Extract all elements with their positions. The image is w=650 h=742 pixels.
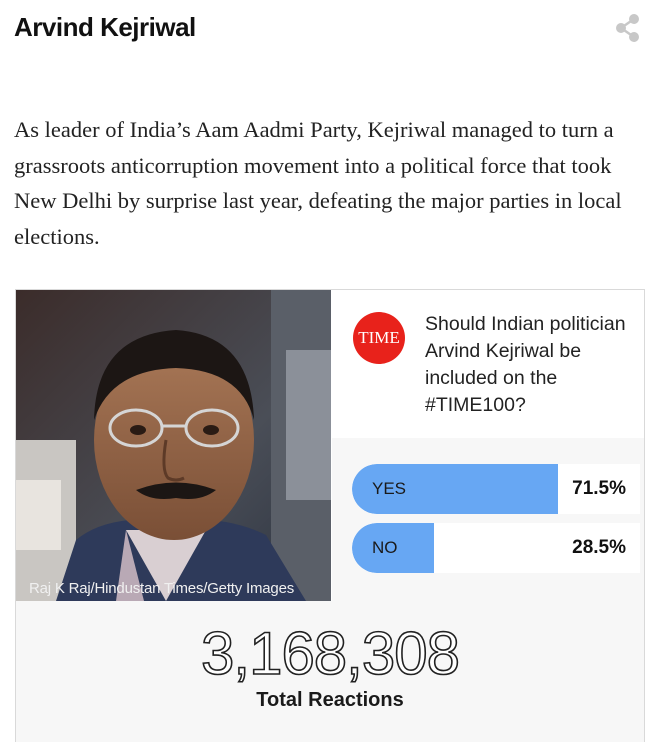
poll-option-label: NO — [372, 538, 398, 557]
total-reactions-label: Total Reactions — [256, 689, 404, 711]
time-logo: TIME — [353, 312, 405, 364]
poll-option-percent: 71.5% — [572, 478, 626, 499]
portrait-photo: Raj K Raj/Hindustan Times/Getty Images — [16, 290, 331, 601]
poll-option-label: YES — [372, 479, 407, 498]
poll-option-yes[interactable]: YES 71.5% — [352, 464, 640, 514]
poll-question: Should Indian politician Arvind Kejriwal… — [425, 313, 626, 416]
share-icon[interactable] — [612, 12, 644, 44]
poll-footer: 3,168,308 Total Reactions — [16, 601, 644, 742]
poll-option-percent: 28.5% — [572, 537, 626, 558]
poll-header: TIME Should Indian politician Arvind Kej… — [332, 290, 644, 438]
total-reactions-count: 3,168,308 — [200, 619, 461, 688]
poll-options: YES 71.5% NO 28.5% — [332, 438, 644, 601]
article-description: As leader of India’s Aam Aadmi Party, Ke… — [14, 117, 622, 249]
photo-credit: Raj K Raj/Hindustan Times/Getty Images — [29, 580, 295, 597]
share-icon-graphic — [616, 14, 639, 42]
poll-card: Raj K Raj/Hindustan Times/Getty Images T… — [15, 289, 645, 742]
poll-option-no[interactable]: NO 28.5% — [352, 523, 640, 573]
portrait-illustration — [16, 290, 331, 601]
page-title: Arvind Kejriwal — [14, 12, 196, 42]
